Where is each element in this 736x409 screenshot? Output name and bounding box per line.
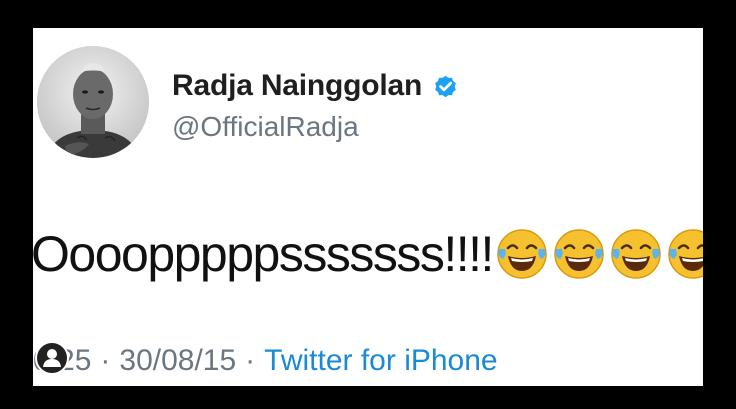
emoji-row <box>495 227 703 281</box>
meta-separator: · <box>100 344 111 377</box>
avatar-photo <box>37 46 149 158</box>
tweet-date[interactable]: 30/08/15 <box>119 344 236 378</box>
tweet-source-link[interactable]: Twitter for iPhone <box>264 344 497 378</box>
tweet-text-body: Oooopppppsssssss!!!! <box>33 226 494 282</box>
display-name-row: Radja Nainggolan <box>172 68 459 104</box>
face-with-tears-of-joy-icon <box>666 227 703 281</box>
tweet-text: Oooopppppsssssss!!!! <box>33 224 703 284</box>
meta-separator: · <box>245 344 256 377</box>
face-with-tears-of-joy-icon <box>609 227 663 281</box>
tweet-card: Radja Nainggolan @OfficialRadja Oooopppp… <box>33 28 703 386</box>
tweet-meta: 0:25 · 30/08/15 · Twitter for iPhone <box>33 341 498 381</box>
avatar[interactable] <box>37 46 149 158</box>
user-silhouette-icon[interactable] <box>35 341 69 375</box>
display-name[interactable]: Radja Nainggolan <box>172 69 422 103</box>
face-with-tears-of-joy-icon <box>495 227 549 281</box>
user-handle[interactable]: @OfficialRadja <box>172 111 359 143</box>
face-with-tears-of-joy-icon <box>552 227 606 281</box>
verified-badge-icon <box>432 73 459 100</box>
